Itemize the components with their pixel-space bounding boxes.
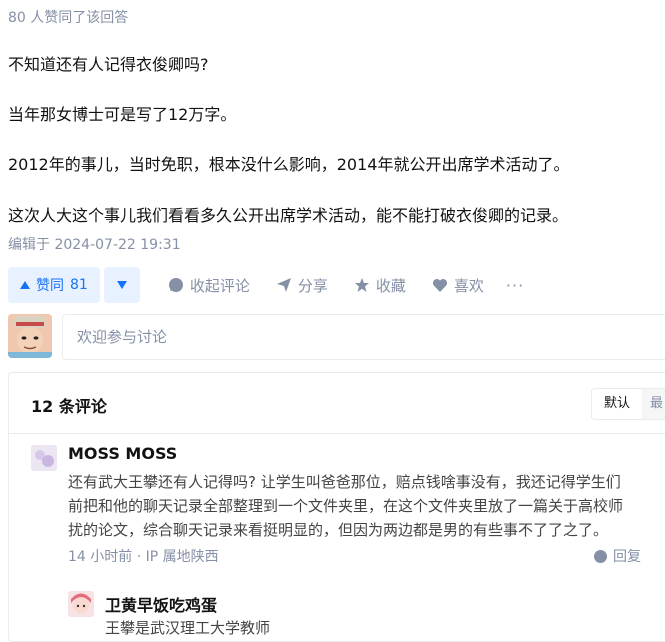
answer-actions: 赞同 81 收起评论 分享 收藏 喜欢 ··· — [8, 267, 524, 303]
like-button[interactable]: 喜欢 — [432, 275, 484, 296]
triangle-down-icon — [116, 281, 127, 289]
share-button[interactable]: 分享 — [276, 275, 328, 296]
sort-latest-button[interactable]: 最 — [642, 389, 665, 419]
reply-label: 回复 — [613, 549, 641, 565]
comments-panel: 12 条评论 默认 最 MOSS MOSS 还有武大王攀还有人记得吗? 让学生叫… — [8, 372, 665, 642]
collect-label: 收藏 — [375, 276, 406, 295]
answer-paragraph: 这次人大这个事儿我们看看多久公开出席学术活动，能不能打破衣俊卿的记录。 — [8, 206, 569, 225]
comment-text-line: 前把和他的聊天记录全部整理到一个文件夹里，在这个文件夹里放了一篇关于高校师 — [68, 497, 624, 515]
answer-paragraph: 2012年的事儿，当时免职，根本没什么影响，2014年就公开出席学术活动了。 — [8, 155, 570, 174]
panel-divider — [9, 433, 665, 434]
commenter-name[interactable]: 卫黄早饭吃鸡蛋 — [105, 592, 217, 616]
comments-count-title: 12 条评论 — [31, 397, 107, 416]
comment-sort-toggle: 默认 最 — [591, 388, 665, 420]
collapse-comments-label: 收起评论 — [189, 276, 250, 295]
collapse-comments-button[interactable]: 收起评论 — [168, 275, 250, 296]
comment-bubble-icon — [168, 278, 183, 292]
more-options-button[interactable]: ··· — [506, 276, 524, 295]
star-icon — [354, 278, 369, 292]
commenter-name[interactable]: MOSS MOSS — [68, 444, 177, 463]
sort-default-button[interactable]: 默认 — [592, 389, 643, 419]
vote-up-label: 赞同 — [36, 278, 64, 294]
comment-meta: 14 小时前 · IP 属地陕西 — [68, 549, 219, 565]
heart-icon — [432, 279, 447, 292]
commenter-avatar[interactable] — [31, 445, 57, 471]
share-icon — [276, 278, 291, 292]
comment-text-line: 扰的论文，综合聊天记录来看挺明显的，但因为两边都是男的有些事不了了之了。 — [68, 521, 609, 539]
commenter-avatar[interactable] — [68, 591, 94, 617]
vote-up-button[interactable]: 赞同 81 — [8, 267, 100, 303]
likers-count: 80 人赞同了该回答 — [8, 10, 129, 26]
reply-button[interactable]: 回复 — [594, 546, 641, 566]
comment-text-line: 王攀是武汉理工大学教师 — [105, 619, 271, 637]
current-user-avatar — [8, 314, 52, 358]
collect-button[interactable]: 收藏 — [354, 275, 406, 296]
vote-up-count: 81 — [70, 277, 88, 293]
triangle-up-icon — [20, 281, 30, 289]
comment-bubble-icon — [594, 549, 607, 563]
comment-text-line: 还有武大王攀还有人记得吗? 让学生叫爸爸那位，赔点钱啥事没有，我还记得学生们 — [68, 473, 621, 491]
answer-paragraph: 不知道还有人记得衣俊卿吗? — [8, 55, 209, 74]
answer-paragraph: 当年那女博士可是写了12万字。 — [8, 105, 237, 124]
vote-down-button[interactable] — [103, 267, 140, 303]
share-label: 分享 — [297, 276, 328, 295]
like-label: 喜欢 — [453, 276, 484, 295]
edited-time: 编辑于 2024-07-22 19:31 — [8, 237, 181, 253]
comment-input[interactable]: 欢迎参与讨论 — [62, 314, 665, 360]
